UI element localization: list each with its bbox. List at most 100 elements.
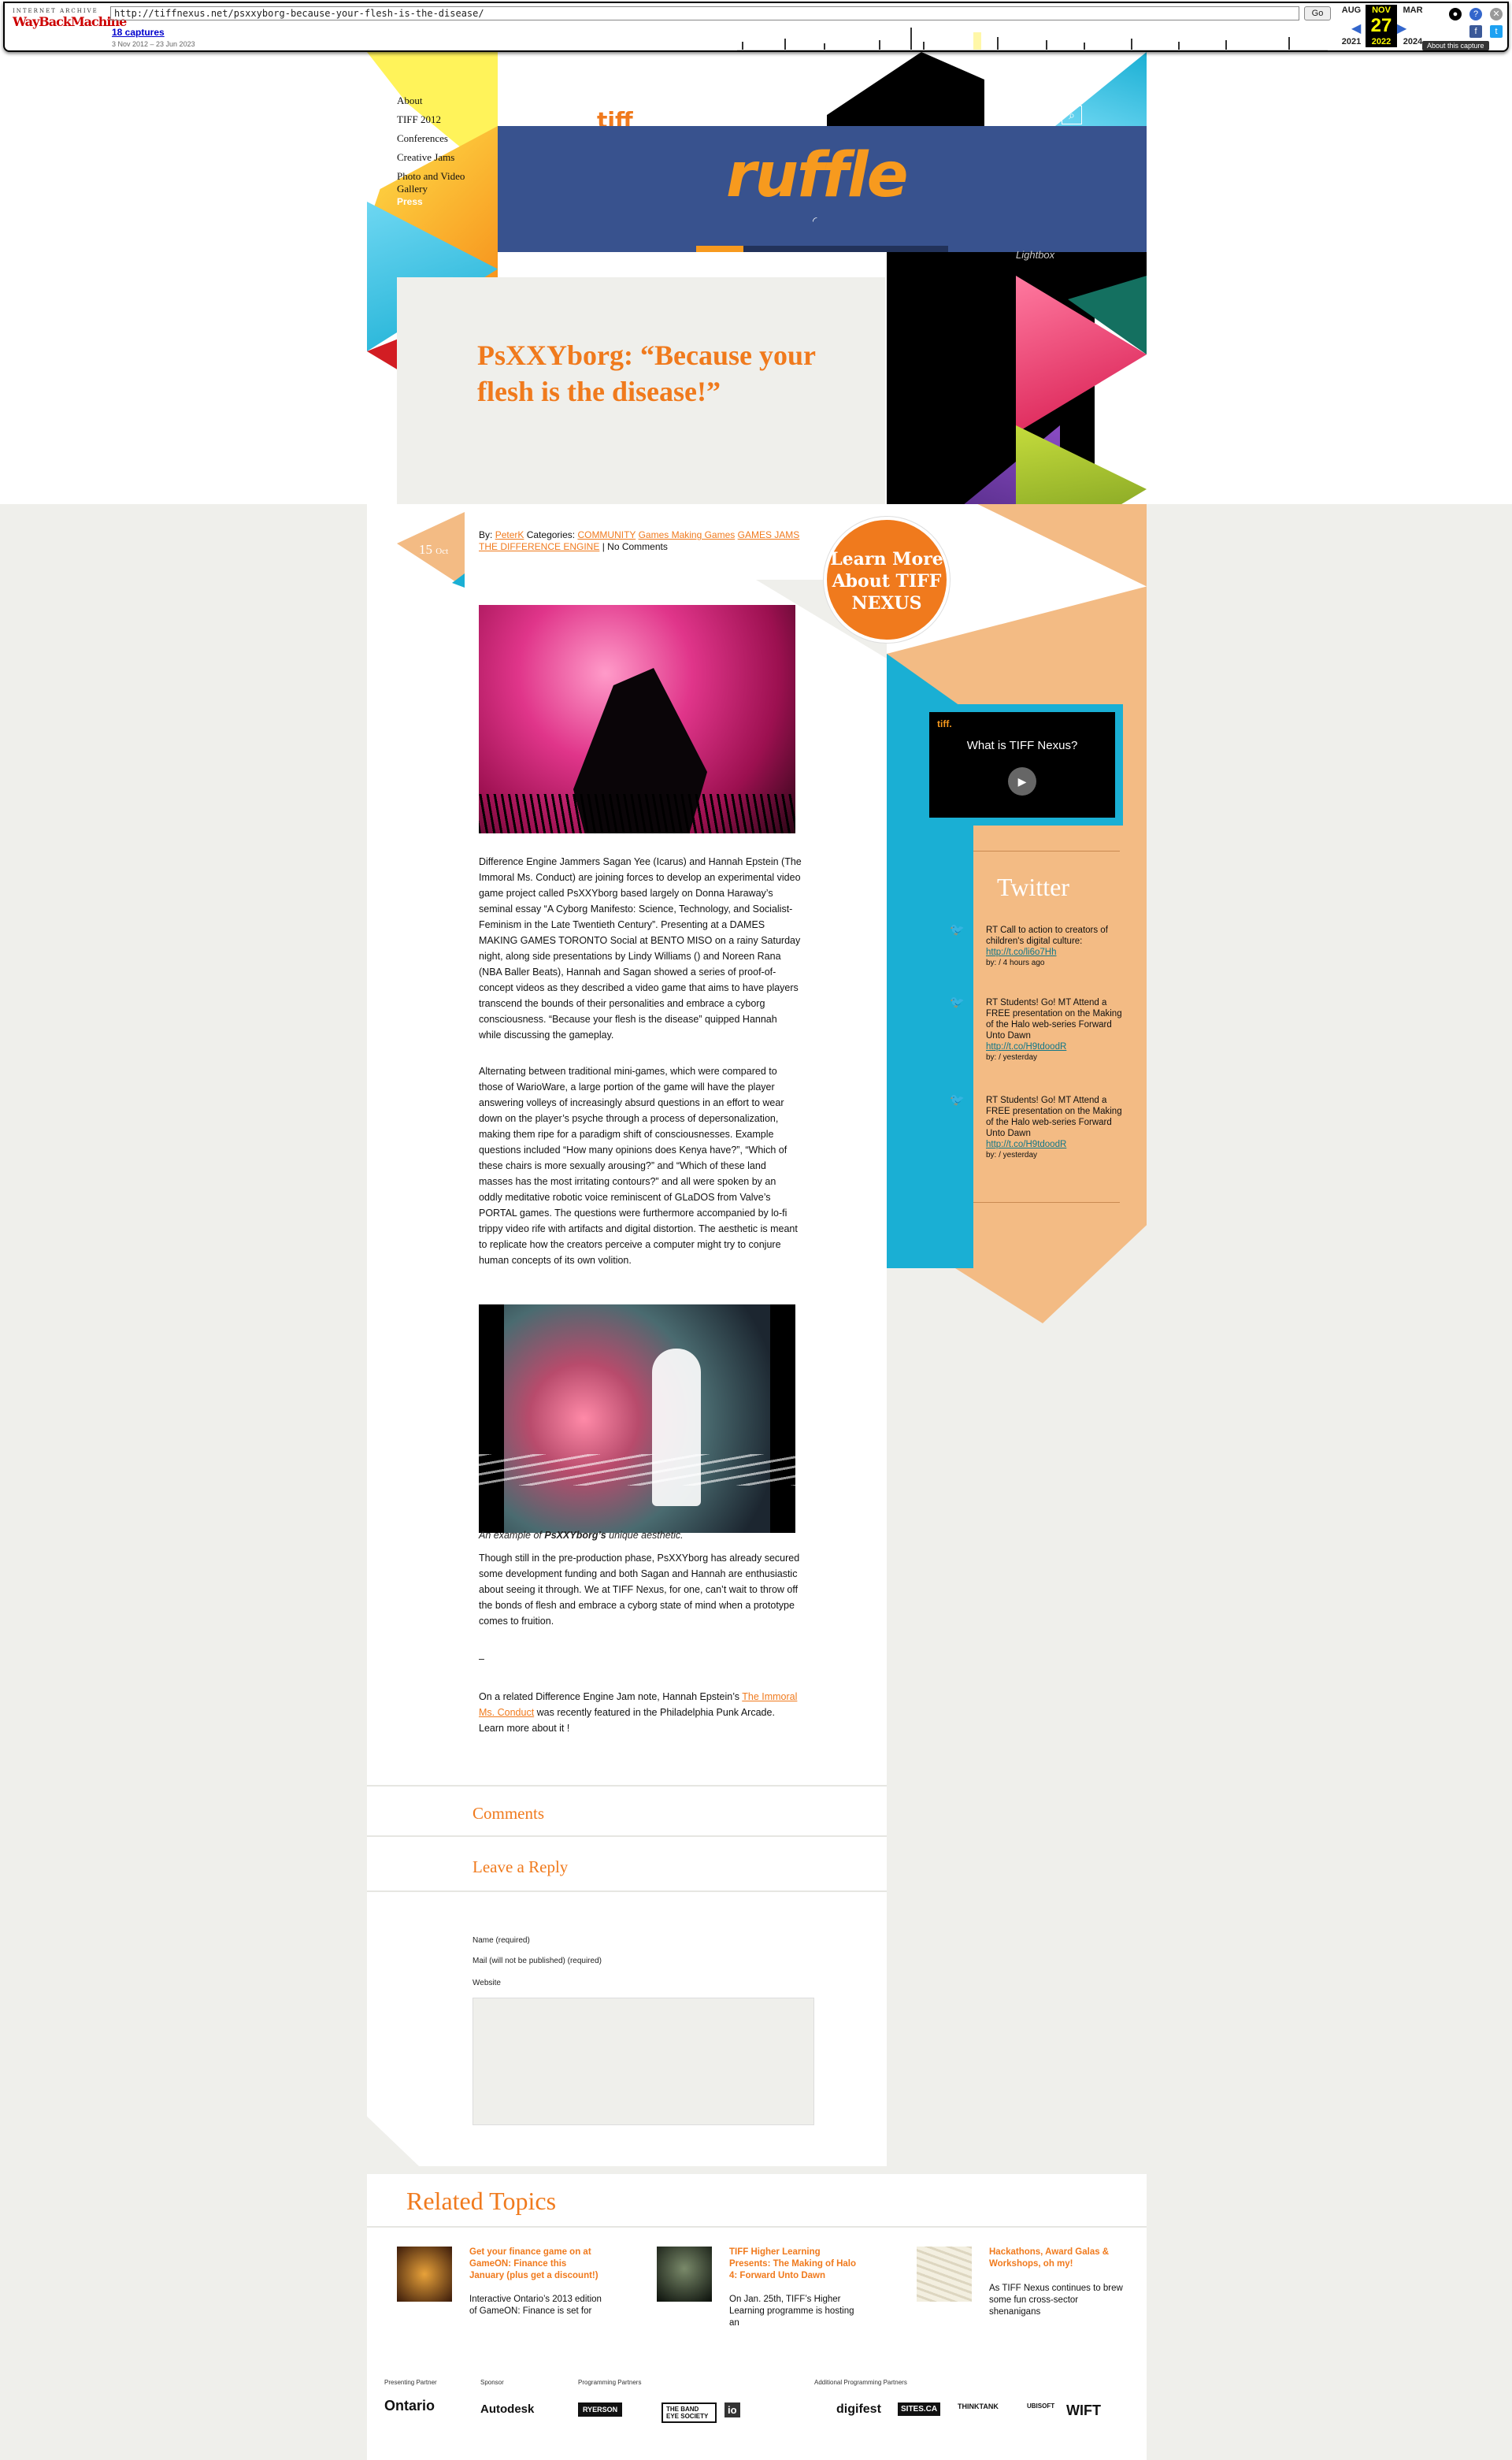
nav-item-creative-jams[interactable]: Creative Jams — [397, 148, 472, 167]
header-banner: ruffle ◜ — [498, 126, 1147, 252]
comments-count[interactable]: No Comments — [607, 541, 668, 552]
category-link[interactable]: COMMUNITY — [577, 529, 636, 540]
date-day: 15 — [419, 542, 432, 557]
nav-item-press[interactable]: Press — [397, 195, 472, 208]
main-nav: About TIFF 2012 Conferences Creative Jam… — [397, 91, 472, 208]
comments-section: Comments — [367, 1785, 887, 1837]
post-meta: By: PeterK Categories: COMMUNITY Games M… — [479, 529, 800, 552]
io-logo[interactable]: io — [724, 2402, 740, 2417]
help-icon[interactable]: ? — [1469, 8, 1482, 20]
wayback-date-range: 3 Nov 2012 – 23 Jun 2023 — [112, 40, 195, 48]
wayback-logo[interactable]: INTERNET ARCHIVE WayBackMachine — [13, 8, 127, 46]
comment-textarea[interactable] — [472, 1998, 814, 2125]
tweet: RT Call to action to creators of childre… — [986, 926, 1108, 967]
mail-field-label: Mail (will not be published) (required) — [472, 1957, 602, 1965]
nav-item-conferences[interactable]: Conferences — [397, 129, 472, 148]
nav-item-about[interactable]: About — [397, 91, 472, 110]
wayback-go-button[interactable]: Go — [1304, 6, 1331, 20]
wayback-logo-big: WayBackMachine — [13, 14, 127, 29]
facebook-icon[interactable]: f — [1469, 25, 1482, 38]
prev-arrow-icon[interactable]: ◀ — [1351, 20, 1361, 36]
next-month: MAR — [1403, 6, 1423, 15]
tweet-link[interactable]: http://t.co/H9tdoodR — [986, 1042, 1066, 1052]
related-desc: On Jan. 25th, TIFF’s Higher Learning pro… — [729, 2295, 854, 2328]
twitter-bird-icon: 🐦 — [950, 1093, 965, 1107]
learn-more-button[interactable]: Learn More About TIFF NEXUS — [824, 517, 950, 643]
ubisoft-logo[interactable]: UBISOFT — [1027, 2402, 1054, 2410]
related-desc: Interactive Ontario’s 2013 edition of Ga… — [469, 2295, 602, 2316]
close-icon[interactable]: ✕ — [1490, 8, 1503, 20]
search-icon[interactable]: ⌕ — [1062, 106, 1082, 124]
tweet-link[interactable]: http://t.co/li6o7Hh — [986, 948, 1057, 957]
related-title[interactable]: Get your finance game on at GameON: Fina… — [469, 2247, 603, 2282]
presenting-partner-label: Presenting Partner — [384, 2379, 437, 2386]
post-separator: – — [479, 1653, 484, 1664]
wayback-logo-small: INTERNET ARCHIVE — [13, 8, 98, 14]
prev-month: AUG — [1341, 6, 1362, 15]
image-caption: An example of PsXXYborg’s unique aesthet… — [479, 1530, 684, 1541]
cur-year: 2022 — [1371, 37, 1392, 46]
programming-partners-label: Programming Partners — [578, 2379, 642, 2386]
about-capture-button[interactable]: About this capture — [1422, 41, 1489, 50]
cur-month: NOV — [1372, 6, 1391, 15]
wayback-url-input[interactable]: http://tiffnexus.net/psxxyborg-because-y… — [110, 6, 1299, 20]
prev-year: 2021 — [1341, 37, 1362, 46]
category-link[interactable]: THE DIFFERENCE ENGINE — [479, 541, 599, 552]
banner-progress — [696, 246, 948, 252]
nav-item-gallery[interactable]: Photo and Video Gallery — [397, 167, 472, 195]
banner-logo: ruffle — [726, 140, 909, 211]
post-image-glitch — [479, 1304, 795, 1533]
next-arrow-icon[interactable]: ▶ — [1397, 20, 1406, 36]
tweet: RT Students! Go! MT Attend a FREE presen… — [986, 998, 1122, 1062]
sidebar-divider — [973, 851, 1120, 852]
nav-item-tiff2012[interactable]: TIFF 2012 — [397, 110, 472, 129]
play-icon[interactable]: ▶ — [1008, 767, 1036, 796]
name-field-label: Name (required) — [472, 1936, 530, 1945]
related-title[interactable]: Hackathons, Award Galas & Workshops, oh … — [989, 2247, 1123, 2270]
loading-icon: ◜ — [813, 214, 817, 227]
video-tiff-logo: tiff. — [937, 718, 952, 729]
date-text: 15 Oct — [419, 542, 448, 558]
related-title[interactable]: TIFF Higher Learning Presents: The Makin… — [729, 2247, 863, 2282]
wift-logo[interactable]: WIFT — [1066, 2402, 1101, 2419]
related-thumb[interactable] — [917, 2247, 972, 2302]
category-link[interactable]: GAMES JAMS — [738, 529, 800, 540]
post-image-silhouette — [479, 605, 795, 833]
related-thumb[interactable] — [397, 2247, 452, 2302]
author-link[interactable]: PeterK — [495, 529, 524, 540]
related-thumb[interactable] — [657, 2247, 712, 2302]
user-icon[interactable]: ● — [1449, 8, 1462, 20]
ryerson-logo[interactable]: RYERSON — [578, 2402, 623, 2417]
twitter-bird-icon: 🐦 — [950, 996, 965, 1009]
wayback-toolbar: INTERNET ARCHIVE WayBackMachine http://t… — [3, 2, 1509, 52]
post-paragraph: Though still in the pre-production phase… — [479, 1553, 800, 1627]
category-link[interactable]: Games Making Games — [639, 529, 736, 540]
sidebar-divider — [973, 1202, 1120, 1203]
lightbox-link[interactable]: Lightbox — [1016, 249, 1054, 261]
wayback-current-capture: NOV 27 2022 — [1366, 5, 1397, 47]
digifest-logo[interactable]: digifest — [836, 2402, 881, 2417]
twitter-share-icon[interactable]: t — [1490, 25, 1503, 38]
autodesk-logo[interactable]: Autodesk — [480, 2402, 534, 2416]
additional-partners-label: Additional Programming Partners — [814, 2379, 907, 2386]
wayback-captures-link[interactable]: 18 captures — [112, 27, 165, 38]
ontario-logo[interactable]: Ontario — [384, 2398, 435, 2414]
related-desc: As TIFF Nexus continues to brew some fun… — [989, 2284, 1123, 2317]
sites-logo[interactable]: SITES.CA — [898, 2402, 941, 2416]
categories-label: Categories: — [526, 529, 576, 540]
thinktank-logo[interactable]: THINKTANK — [958, 2402, 999, 2410]
tweet: RT Students! Go! MT Attend a FREE presen… — [986, 1096, 1122, 1160]
by-label: By: — [479, 529, 493, 540]
twitter-heading: Twitter — [997, 873, 1069, 901]
related-heading: Related Topics — [406, 2187, 557, 2215]
video-player[interactable]: tiff. What is TIFF Nexus? ▶ — [926, 709, 1118, 821]
website-field-label: Website — [472, 1979, 501, 1987]
post-paragraph: Alternating between traditional mini-gam… — [479, 1066, 798, 1266]
post-paragraph: On a related Difference Engine Jam note,… — [479, 1691, 798, 1734]
video-title: What is TIFF Nexus? — [966, 739, 1078, 752]
wayback-sparkline[interactable] — [737, 27, 1328, 50]
band-eye-society-logo[interactable]: THE BAND EYE SOCIETY — [662, 2402, 717, 2423]
twitter-bird-icon: 🐦 — [950, 923, 965, 937]
tweet-link[interactable]: http://t.co/H9tdoodR — [986, 1140, 1066, 1149]
date-month: Oct — [435, 547, 449, 556]
